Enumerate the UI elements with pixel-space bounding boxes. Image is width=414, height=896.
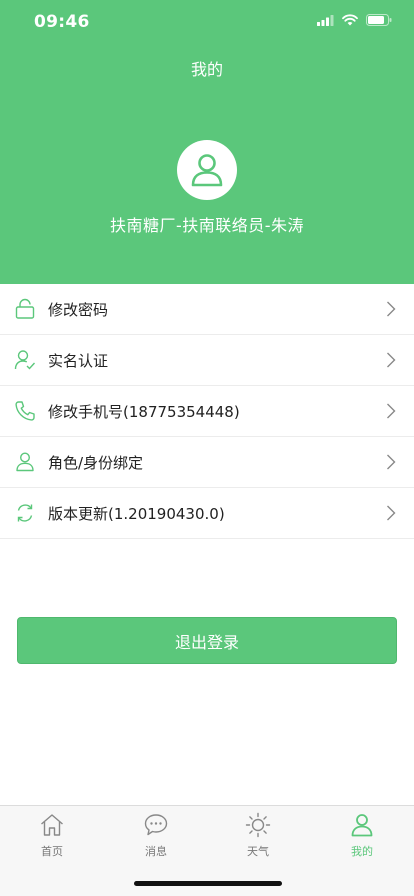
menu-item-label: 角色/身份绑定 [48,454,144,472]
settings-menu: 修改密码 实名认证 修改手机号(18775354448) 角色/身份绑定 版本更… [0,284,414,539]
menu-item-label: 实名认证 [48,352,109,370]
avatar[interactable] [177,140,237,200]
sun-icon [245,812,271,838]
menu-item-change-phone[interactable]: 修改手机号(18775354448) [0,386,414,437]
refresh-icon [17,504,33,522]
chevron-right-icon [387,505,396,521]
menu-item-label: 修改密码 [48,301,109,319]
page-title: 我的 [190,60,223,79]
chevron-right-icon [387,352,396,368]
menu-item-version-update[interactable]: 版本更新(1.20190430.0) [0,488,414,539]
user-check-icon [14,350,36,370]
phone-icon [15,401,35,421]
tab-label: 首页 [41,845,63,858]
battery-icon [366,14,392,26]
status-bar: 09:46 [0,0,414,44]
tab-home[interactable]: 首页 [0,812,104,864]
status-time: 09:46 [34,12,90,32]
user-icon [16,452,34,472]
chevron-right-icon [387,403,396,419]
menu-item-real-name-auth[interactable]: 实名认证 [0,335,414,386]
chevron-right-icon [387,454,396,470]
menu-item-role-binding[interactable]: 角色/身份绑定 [0,437,414,488]
menu-item-change-password[interactable]: 修改密码 [0,284,414,335]
wifi-icon [342,14,358,26]
status-icons [317,14,392,26]
user-name: 扶南糖厂-扶南联络员-朱涛 [109,216,305,235]
profile-icon [351,814,373,837]
tab-messages[interactable]: 消息 [104,812,208,864]
menu-item-label: 版本更新(1.20190430.0) [48,505,225,523]
home-indicator [134,881,282,886]
tab-label: 我的 [351,845,373,858]
message-icon [144,814,168,836]
menu-item-label: 修改手机号(18775354448) [48,403,240,421]
tab-label: 消息 [145,845,167,858]
tab-label: 天气 [247,845,269,858]
logout-button[interactable]: 退出登录 [17,617,397,664]
tab-weather[interactable]: 天气 [206,812,310,864]
tab-profile[interactable]: 我的 [310,812,414,864]
avatar-user-icon [191,154,223,187]
chevron-right-icon [387,301,396,317]
lock-icon [15,298,35,319]
home-icon [41,814,63,836]
profile-header: 09:46 我的 扶南糖厂-扶南联络员-朱涛 [0,0,414,284]
signal-icon [317,14,334,26]
